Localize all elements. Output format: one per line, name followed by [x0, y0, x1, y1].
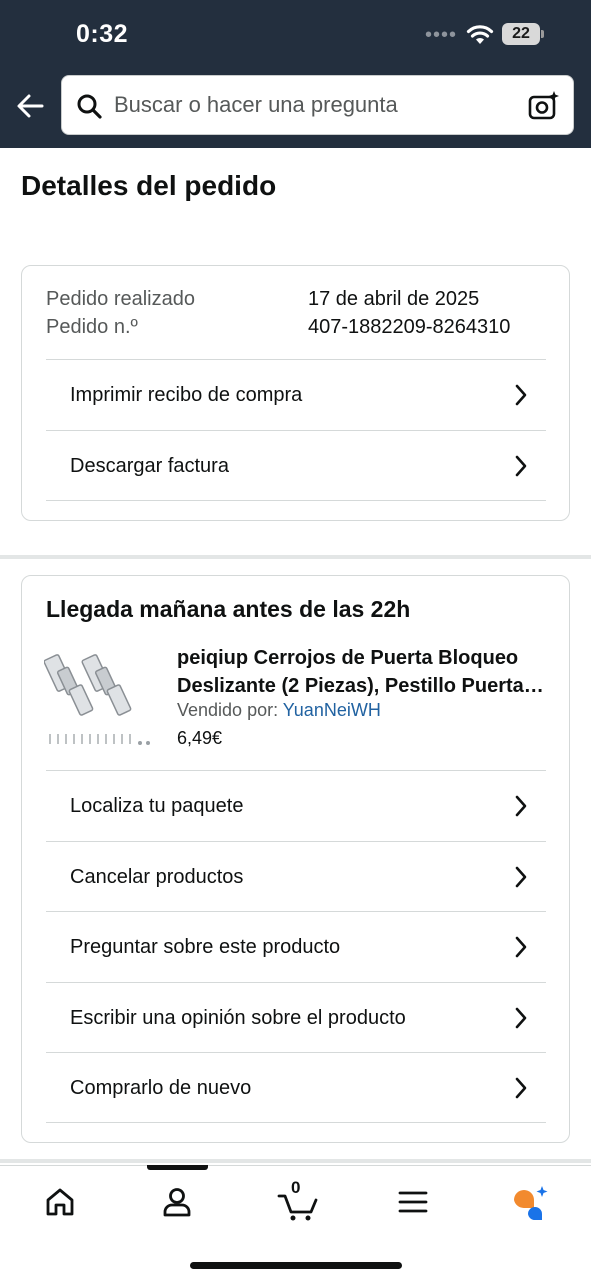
cancel-products-label: Cancelar productos — [70, 866, 244, 888]
section-divider — [0, 555, 591, 559]
print-receipt-label: Imprimir recibo de compra — [70, 384, 303, 406]
product-price: 6,49€ — [177, 728, 223, 748]
battery-icon: 22 — [502, 23, 544, 45]
chevron-right-icon — [515, 936, 527, 958]
cancel-products-link[interactable]: Cancelar productos — [46, 841, 546, 912]
rufus-assistant-icon[interactable] — [510, 1182, 550, 1222]
product-title-line-2: Deslizante (2 Piezas), Pestillo Puerta d… — [177, 675, 547, 697]
product-title-line-1: peiqiup Cerrojos de Puerta Bloqueo — [177, 647, 519, 669]
search-bar[interactable] — [61, 75, 574, 135]
seller-info: Vendido por: YuanNeiWH — [177, 700, 381, 721]
status-time: 0:32 — [76, 20, 129, 48]
write-review-link[interactable]: Escribir una opinión sobre el producto — [46, 982, 546, 1053]
chevron-right-icon — [515, 795, 527, 817]
seller-label: Vendido por: — [177, 700, 279, 720]
search-input[interactable] — [114, 76, 514, 134]
buy-again-link[interactable]: Comprarlo de nuevo — [46, 1052, 546, 1123]
download-invoice-link[interactable]: Descargar factura — [46, 430, 546, 501]
product-title[interactable]: peiqiup Cerrojos de Puerta Bloqueo Desli… — [177, 644, 547, 700]
write-review-label: Escribir una opinión sobre el producto — [70, 1007, 406, 1029]
chevron-right-icon — [515, 384, 527, 406]
chevron-right-icon — [515, 866, 527, 888]
home-indicator — [190, 1262, 402, 1269]
menu-icon[interactable] — [393, 1182, 433, 1222]
track-package-label: Localiza tu paquete — [70, 795, 244, 817]
buy-again-label: Comprarlo de nuevo — [70, 1077, 252, 1099]
chevron-right-icon — [515, 1007, 527, 1029]
order-number-value: 407-1882209-8264310 — [308, 316, 511, 338]
cart-icon — [277, 1194, 318, 1221]
wifi-icon — [466, 25, 494, 44]
chevron-right-icon — [515, 455, 527, 477]
top-header: 0:32 •••• 22 — [0, 0, 591, 148]
home-icon[interactable] — [40, 1182, 80, 1222]
track-package-link[interactable]: Localiza tu paquete — [46, 770, 546, 841]
cart-tab[interactable]: 0 — [277, 1178, 321, 1222]
ask-product-link[interactable]: Preguntar sobre este producto — [46, 911, 546, 982]
arrival-heading: Llegada mañana antes de las 22h — [46, 596, 411, 622]
section-divider — [0, 1159, 591, 1163]
product-thumbnail[interactable] — [44, 642, 154, 752]
search-icon — [77, 94, 102, 119]
ask-product-label: Preguntar sobre este producto — [70, 936, 341, 958]
page-title: Detalles del pedido — [21, 170, 277, 201]
active-tab-indicator — [147, 1165, 208, 1170]
account-icon[interactable] — [157, 1182, 197, 1222]
cell-signal-icon: •••• — [425, 24, 458, 46]
seller-link[interactable]: YuanNeiWH — [283, 700, 381, 720]
download-invoice-label: Descargar factura — [70, 455, 229, 477]
print-receipt-link[interactable]: Imprimir recibo de compra — [46, 359, 546, 430]
battery-level: 22 — [502, 23, 540, 45]
order-number-label: Pedido n.º — [46, 316, 138, 338]
order-info-card: Pedido realizado 17 de abril de 2025 Ped… — [21, 265, 570, 521]
shipment-card: Llegada mañana antes de las 22h peiqiup … — [21, 575, 570, 1143]
order-date-value: 17 de abril de 2025 — [308, 288, 480, 310]
chevron-right-icon — [515, 1077, 527, 1099]
order-date-label: Pedido realizado — [46, 288, 195, 310]
camera-lens-icon[interactable] — [528, 90, 560, 122]
back-arrow-icon[interactable] — [14, 90, 46, 122]
